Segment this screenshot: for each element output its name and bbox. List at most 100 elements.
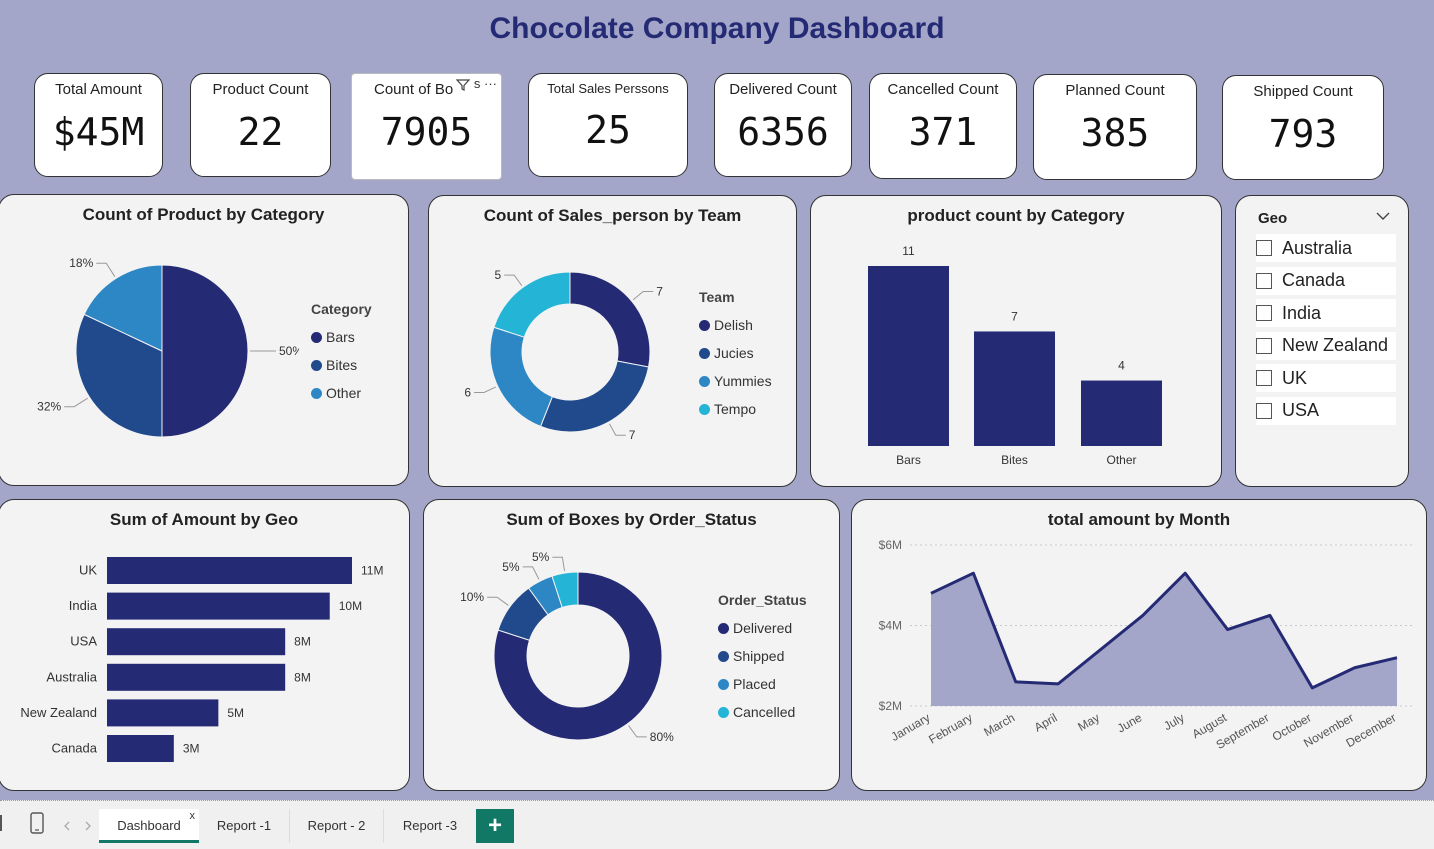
category-label: India — [69, 598, 98, 613]
legend-item[interactable]: Cancelled — [718, 698, 807, 726]
leader-line — [522, 566, 540, 580]
geo-slicer[interactable]: Geo Australia Canada India New Zealand U… — [1235, 195, 1409, 487]
mobile-layout-icon[interactable] — [30, 812, 44, 834]
legend-dot — [718, 706, 729, 718]
legend-label: Jucies — [714, 345, 754, 361]
kpi-total-amount[interactable]: Total Amount $45M — [34, 73, 163, 177]
kpi-label: Delivered Count — [729, 81, 837, 98]
chevron-down-icon[interactable] — [1376, 208, 1390, 224]
kpi-delivered-count[interactable]: Delivered Count 6356 — [714, 73, 852, 177]
leader-line — [632, 290, 654, 301]
data-label: 8M — [294, 670, 311, 684]
slicer-item[interactable]: UK — [1256, 364, 1396, 392]
slicer-title: Geo — [1258, 210, 1288, 227]
legend-label: Bars — [326, 329, 355, 345]
slicer-item[interactable]: USA — [1256, 396, 1396, 425]
category-label: UK — [79, 563, 97, 578]
category-label: Bites — [1001, 453, 1028, 467]
legend-title: Order_Status — [718, 592, 807, 608]
legend-item[interactable]: Jucies — [699, 339, 772, 367]
leader-line — [552, 556, 566, 572]
legend-item[interactable]: Other — [311, 379, 372, 407]
kpi-label: Product Count — [212, 81, 309, 98]
legend-item[interactable]: Bites — [311, 351, 372, 379]
legend-item[interactable]: Bars — [311, 323, 372, 351]
add-page-button[interactable]: + — [476, 809, 514, 843]
more-options-icon[interactable]: ··· — [484, 76, 497, 91]
checkbox[interactable] — [1256, 272, 1272, 289]
slice-bars — [161, 264, 249, 438]
slice-delish — [569, 271, 651, 368]
checkbox[interactable] — [1256, 402, 1272, 419]
kpi-label-suffix: s — [473, 76, 481, 91]
y-tick-label: $6M — [879, 538, 902, 552]
legend-title: Category — [311, 301, 372, 317]
legend-item[interactable]: Yummies — [699, 367, 772, 395]
data-label: 10% — [460, 590, 484, 604]
bar-canada — [107, 735, 174, 762]
checkbox[interactable] — [1256, 337, 1272, 354]
slicer-item[interactable]: India — [1256, 299, 1396, 327]
line-month-panel[interactable]: total amount by Month $2M $4M $6M January Fe… — [851, 499, 1427, 791]
chart-title: Sum of Amount by Geo — [109, 510, 299, 529]
close-icon[interactable]: x — [190, 799, 196, 833]
slicer-item[interactable]: New Zealand — [1256, 331, 1396, 360]
x-tick-label: January — [889, 710, 933, 743]
legend-dot — [311, 359, 322, 371]
kpi-shipped-count[interactable]: Shipped Count 793 — [1222, 75, 1384, 180]
data-label: 10M — [339, 599, 362, 613]
legend-item[interactable]: Shipped — [718, 642, 807, 670]
kpi-planned-count[interactable]: Planned Count 385 — [1033, 74, 1197, 180]
slicer-item-label: India — [1282, 302, 1322, 323]
category-label: New Zealand — [20, 705, 97, 720]
legend-dot — [718, 678, 729, 690]
page-view-icon[interactable] — [0, 813, 6, 833]
tab-dashboard[interactable]: Dashboard x — [99, 809, 199, 843]
slicer-item[interactable]: Australia — [1256, 234, 1396, 262]
bar-india — [107, 592, 330, 620]
y-tick-label: $2M — [879, 699, 902, 713]
scroll-left-icon[interactable] — [63, 821, 71, 831]
tab-report-1[interactable]: Report -1 — [199, 809, 290, 843]
filter-icon[interactable] — [455, 78, 471, 92]
donut-team-panel[interactable]: Count of Sales_person by Team 7 7 6 5 Team … — [428, 195, 797, 487]
checkbox[interactable] — [1256, 370, 1272, 386]
slicer-item[interactable]: Canada — [1256, 266, 1396, 295]
slice-yummies — [489, 326, 553, 428]
pie-chart: 50% 32% 18% — [37, 256, 299, 438]
tab-label: Report -1 — [216, 818, 272, 833]
data-label: 5% — [502, 560, 520, 574]
pie-category-panel[interactable]: Count of Product by Category 50% 32% 18% C… — [0, 194, 409, 486]
scroll-right-icon[interactable] — [84, 821, 92, 831]
legend: Team Delish Jucies Yummies Tempo — [699, 289, 772, 423]
tab-report-2[interactable]: Report - 2 — [290, 809, 384, 843]
legend-label: Other — [326, 385, 362, 401]
kpi-total-sales-persons[interactable]: Total Sales Perssons 25 — [528, 73, 688, 177]
legend-item[interactable]: Delish — [699, 311, 772, 339]
legend: Category Bars Bites Other — [311, 301, 372, 407]
chart-title: total amount by Month — [1047, 510, 1231, 529]
kpi-product-count[interactable]: Product Count 22 — [190, 73, 331, 177]
dashboard-title: Chocolate Company Dashboard — [489, 12, 945, 45]
category-label: Other — [1106, 453, 1136, 467]
bar-category-panel[interactable]: product count by Category 11 Bars 7 Bites 4 O… — [810, 195, 1222, 487]
legend-item[interactable]: Tempo — [699, 395, 772, 423]
bar-australia — [107, 663, 286, 691]
checkbox[interactable] — [1256, 305, 1272, 321]
data-label: 7 — [629, 428, 636, 442]
legend-item[interactable]: Placed — [718, 670, 807, 698]
data-label: 11M — [361, 564, 383, 578]
slice-tempo — [493, 271, 571, 338]
bar-geo-panel[interactable]: Sum of Amount by Geo UK 11M India 10M USA 8M A… — [0, 499, 410, 791]
tab-report-3[interactable]: Report -3 — [384, 809, 476, 843]
legend-item[interactable]: Delivered — [718, 614, 807, 642]
donut-status-panel[interactable]: Sum of Boxes by Order_Status 80% 10% 5% 5% … — [423, 499, 840, 791]
kpi-cancelled-count[interactable]: Cancelled Count 371 — [869, 73, 1017, 179]
kpi-label: Cancelled Count — [887, 81, 999, 98]
tab-label: Report -3 — [402, 818, 458, 833]
area-chart: $2M $4M $6M JanuaryFebruary March April May Jun… — [879, 538, 1412, 752]
kpi-count-of-boxes[interactable]: Count of Bo s ··· 7905 — [351, 73, 502, 180]
data-label: 32% — [37, 400, 61, 414]
checkbox[interactable] — [1256, 240, 1272, 256]
tab-label: Report - 2 — [307, 818, 366, 833]
